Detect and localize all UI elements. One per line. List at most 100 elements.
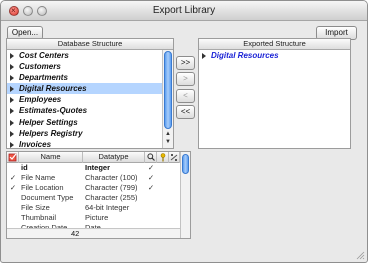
fields-grid-header: Name Datatype	[7, 152, 180, 163]
indexed-flag-cell[interactable]: ✓	[145, 163, 157, 173]
database-table-label: Cost Centers	[19, 51, 69, 60]
field-row[interactable]: Thumbnail Picture	[7, 213, 180, 223]
database-table-item[interactable]: Helper Settings	[7, 117, 162, 128]
field-name-cell: Document Type	[21, 193, 74, 202]
indexed-flag-cell[interactable]: ✓	[145, 173, 157, 183]
fields-grid-panel: Name Datatype id Integer ✓ ✓ File Name C…	[6, 151, 191, 239]
export-check-cell[interactable]	[7, 163, 19, 173]
export-check-cell[interactable]	[7, 213, 19, 223]
database-table-item[interactable]: Customers	[7, 61, 162, 72]
exported-structure-list: Digital Resources	[199, 50, 350, 148]
export-check-cell[interactable]	[7, 193, 19, 203]
field-datatype-cell: 64-bit Integer	[85, 203, 130, 212]
attribute-flag-cell[interactable]	[169, 173, 180, 183]
database-table-label: Helper Settings	[19, 117, 78, 127]
disclosure-triangle-icon[interactable]	[10, 75, 14, 82]
database-table-label: Employees	[19, 95, 62, 105]
attribute-flag-cell[interactable]	[169, 183, 180, 193]
database-table-label: Customers	[19, 62, 61, 72]
key-column-header[interactable]	[157, 152, 169, 163]
field-row[interactable]: id Integer ✓	[7, 163, 180, 173]
database-structure-scroll-thumb[interactable]	[164, 51, 172, 129]
field-name-cell: File Location	[21, 183, 64, 192]
attribute-flag-cell[interactable]	[169, 163, 180, 173]
attribute-icon	[170, 154, 178, 161]
exported-structure-panel: Exported Structure Digital Resources	[198, 38, 351, 149]
add-all-button[interactable]: >>	[176, 56, 195, 70]
resize-grip-icon[interactable]	[355, 250, 365, 260]
field-datatype-cell: Character (799)	[85, 183, 138, 192]
field-datatype-cell: Character (100)	[85, 173, 138, 182]
indexed-flag-cell[interactable]: ✓	[145, 183, 157, 193]
database-table-item[interactable]: Employees	[7, 94, 162, 105]
scroll-down-arrow-icon[interactable]: ▼	[165, 139, 171, 145]
fields-grid-rows: id Integer ✓ ✓ File Name Character (100) ✓ ✓ Fil…	[7, 163, 180, 228]
field-row[interactable]: ✓ File Name Character (100) ✓	[7, 173, 180, 183]
export-check-cell[interactable]: ✓	[7, 173, 19, 183]
key-flag-cell[interactable]	[157, 203, 169, 213]
key-flag-cell[interactable]	[157, 173, 169, 183]
fields-grid-scrollbar[interactable]	[180, 152, 190, 238]
field-row[interactable]: ✓ File Location Character (799) ✓	[7, 183, 180, 193]
indexed-column-header[interactable]	[145, 152, 157, 163]
field-row[interactable]: File Size 64-bit Integer	[7, 203, 180, 213]
database-table-label: Invoices	[19, 139, 52, 149]
exported-table-label: Digital Resources	[211, 51, 279, 60]
key-icon	[160, 153, 165, 162]
key-flag-cell[interactable]	[157, 183, 169, 193]
fields-count-bar: 42	[7, 228, 180, 238]
database-table-label: Helpers Registry	[19, 128, 83, 138]
disclosure-triangle-icon[interactable]	[10, 130, 14, 137]
database-structure-scrollbar[interactable]: ▲ ▼	[162, 50, 173, 148]
export-check-cell[interactable]	[7, 203, 19, 213]
key-flag-cell[interactable]	[157, 213, 169, 223]
exported-table-item[interactable]: Digital Resources	[199, 50, 350, 61]
disclosure-triangle-icon[interactable]	[202, 53, 206, 59]
key-flag-cell[interactable]	[157, 163, 169, 173]
name-column-header[interactable]: Name	[19, 152, 83, 163]
indexed-flag-cell[interactable]	[145, 193, 157, 203]
title-bar[interactable]: × Export Library	[1, 1, 367, 21]
database-table-label: Digital Resources	[19, 84, 87, 94]
indexed-flag-cell[interactable]	[145, 213, 157, 223]
detail-area	[193, 151, 353, 239]
database-table-item[interactable]: Digital Resources	[7, 83, 162, 95]
fields-count-value: 42	[71, 229, 80, 238]
remove-all-button[interactable]: <<	[176, 105, 195, 119]
disclosure-triangle-icon[interactable]	[10, 86, 14, 93]
disclosure-triangle-icon[interactable]	[10, 97, 14, 104]
field-name-cell: Thumbnail	[21, 213, 57, 222]
disclosure-triangle-icon[interactable]	[10, 53, 14, 59]
attribute-flag-cell[interactable]	[169, 203, 180, 213]
field-name-cell: File Size	[21, 203, 50, 212]
export-column-header[interactable]	[7, 152, 19, 163]
disclosure-triangle-icon[interactable]	[10, 119, 14, 126]
indexed-flag-cell[interactable]	[145, 203, 157, 213]
field-datatype-cell: Character (255)	[85, 193, 138, 202]
field-name-cell: File Name	[21, 173, 56, 182]
database-structure-header: Database Structure	[7, 39, 173, 50]
scroll-up-arrow-icon[interactable]: ▲	[165, 131, 171, 137]
attribute-flag-cell[interactable]	[169, 213, 180, 223]
database-table-item[interactable]: Helpers Registry	[7, 128, 162, 139]
database-table-item[interactable]: Cost Centers	[7, 50, 162, 61]
export-check-cell[interactable]: ✓	[7, 183, 19, 193]
fields-grid-scroll-thumb[interactable]	[182, 154, 189, 174]
key-flag-cell[interactable]	[157, 193, 169, 203]
disclosure-triangle-icon[interactable]	[10, 141, 14, 148]
window-title: Export Library	[152, 5, 216, 16]
remove-button[interactable]: <	[176, 89, 195, 103]
field-row[interactable]: Document Type Character (255)	[7, 193, 180, 203]
database-structure-list: Cost Centers Customers Departments Digital …	[7, 50, 162, 149]
attribute-column-header[interactable]	[169, 152, 180, 163]
exported-structure-header: Exported Structure	[199, 39, 350, 50]
disclosure-triangle-icon[interactable]	[10, 108, 14, 115]
attribute-flag-cell[interactable]	[169, 193, 180, 203]
export-flag-icon	[8, 153, 16, 162]
disclosure-triangle-icon[interactable]	[10, 64, 14, 71]
database-table-item[interactable]: Departments	[7, 72, 162, 83]
add-button[interactable]: >	[176, 72, 195, 86]
database-table-item[interactable]: Invoices	[7, 139, 162, 149]
database-table-item[interactable]: Estimates-Quotes	[7, 105, 162, 116]
datatype-column-header[interactable]: Datatype	[83, 152, 145, 163]
